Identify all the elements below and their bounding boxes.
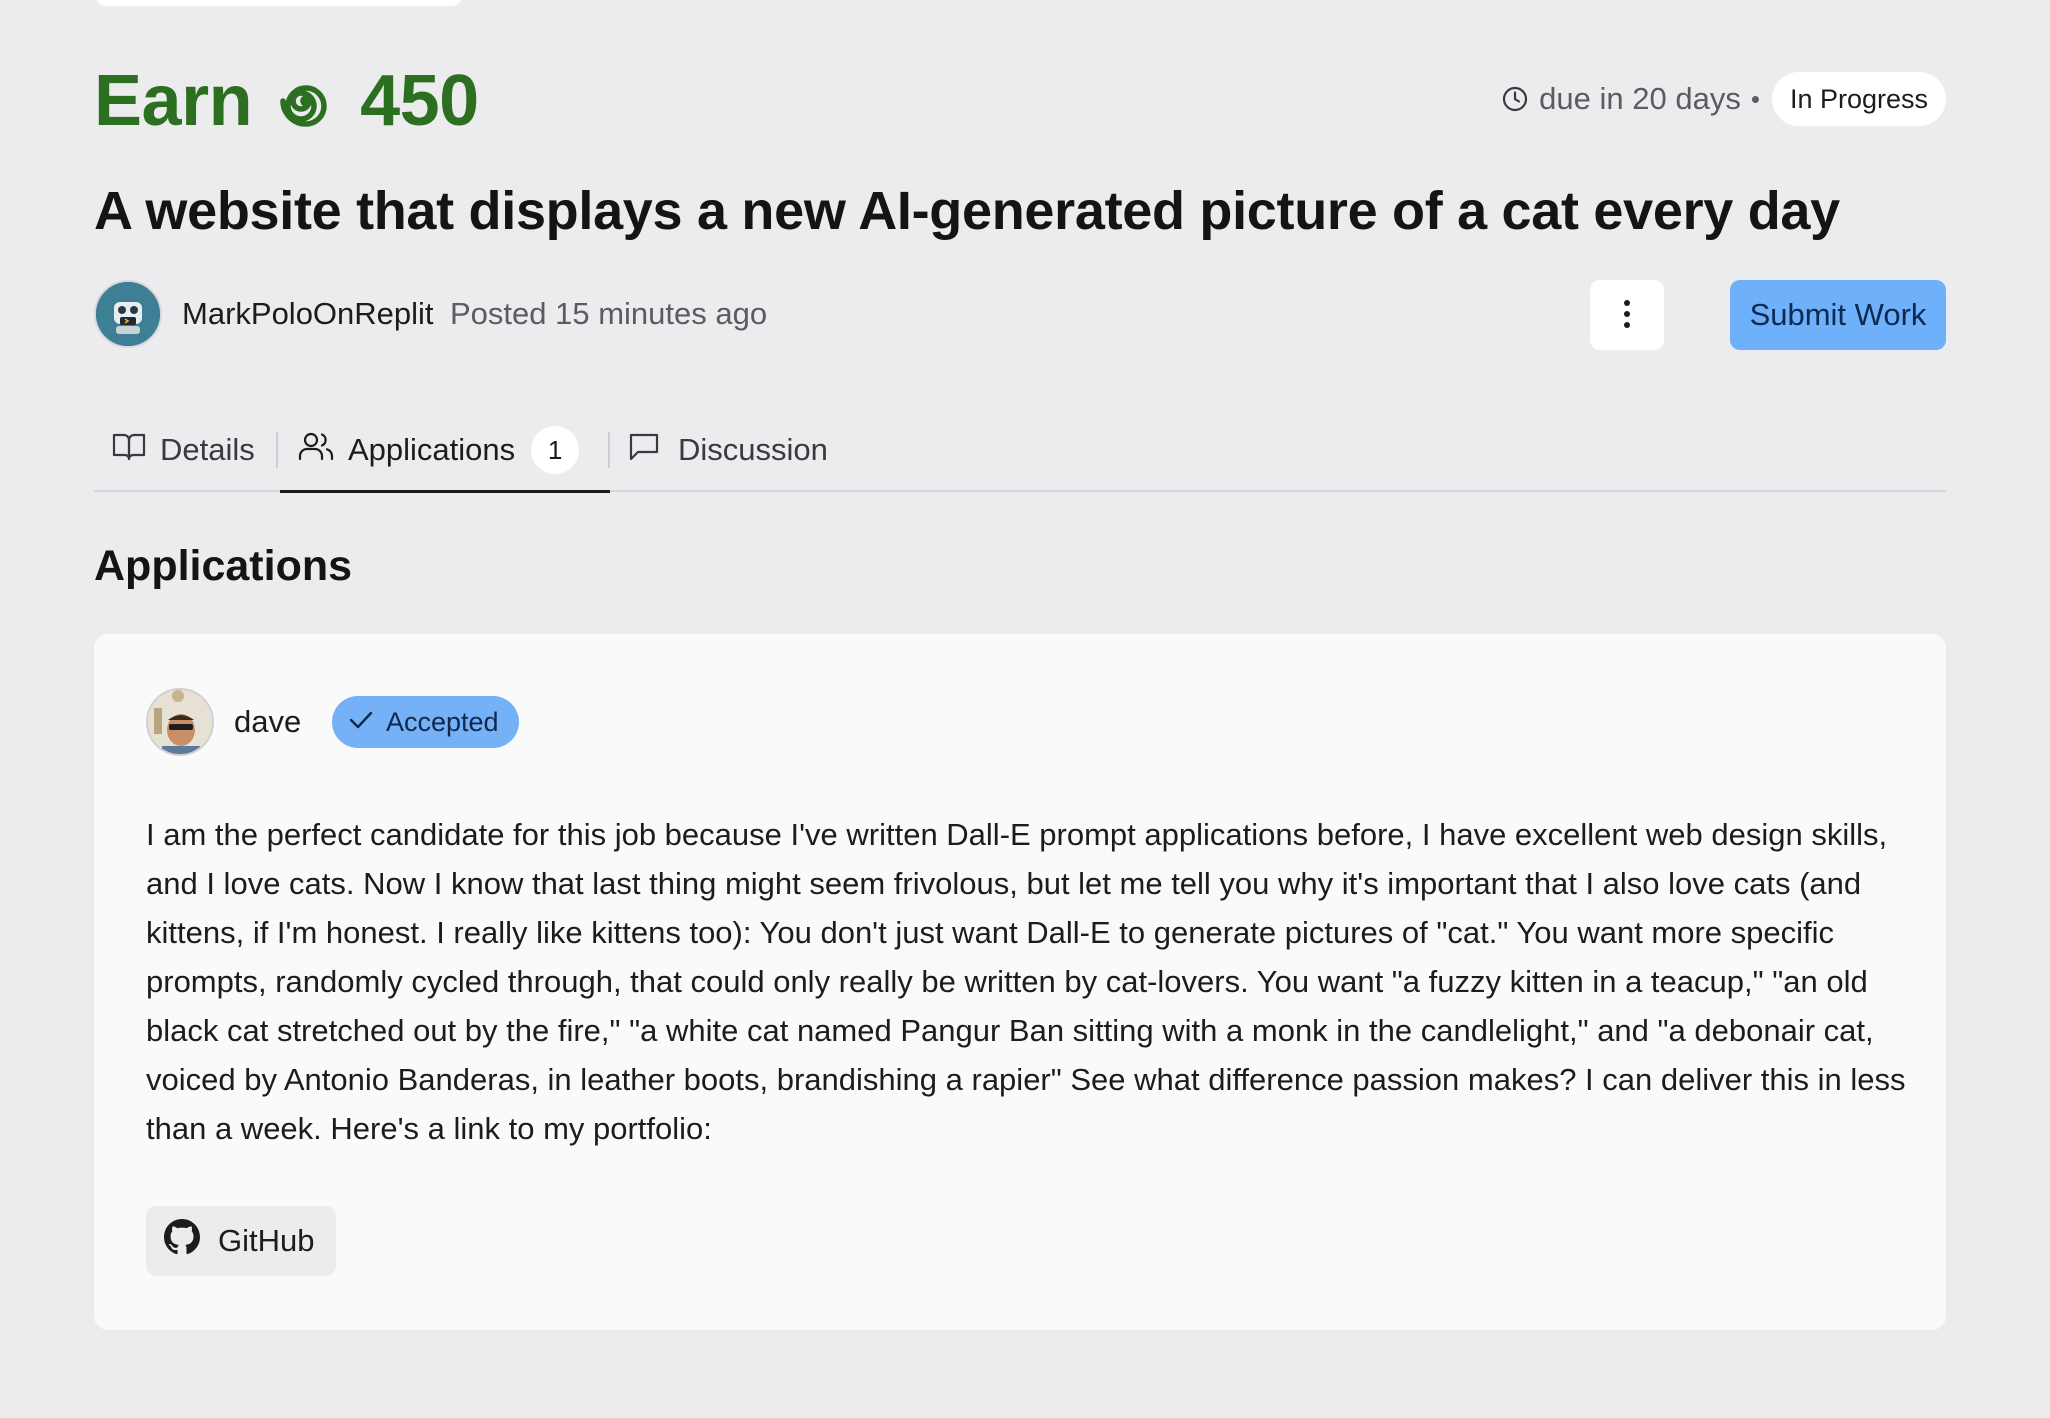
tab-applications[interactable]: Applications 1 <box>280 410 610 493</box>
tab-details-label: Details <box>160 432 255 467</box>
earn-label: Earn <box>94 61 253 141</box>
tab-divider <box>608 432 610 468</box>
bounty-header: Earn 450 due in 20 days • In Progress <box>94 56 1946 146</box>
tab-details[interactable]: Details <box>112 410 255 490</box>
due-text: due in 20 days <box>1539 81 1741 116</box>
submit-work-button[interactable]: Submit Work <box>1730 280 1946 350</box>
earn-amount: Earn 450 <box>94 56 479 146</box>
clock-icon <box>1501 85 1529 113</box>
bounty-meta: due in 20 days • In Progress <box>1501 72 1946 126</box>
more-options-button[interactable] <box>1590 280 1664 350</box>
author-name[interactable]: MarkPoloOnReplit <box>182 296 434 332</box>
tab-divider <box>276 432 278 468</box>
application-card: dave Accepted I am the perfect candidate… <box>94 634 1946 1330</box>
application-text: I am the perfect candidate for this job … <box>146 817 1906 1146</box>
avatar[interactable] <box>94 280 162 348</box>
top-bar-edge <box>96 0 462 6</box>
applicant-name[interactable]: dave <box>234 704 301 740</box>
tab-discussion-label: Discussion <box>678 432 828 467</box>
bounty-page: Earn 450 due in 20 days • In Progress A … <box>0 0 2050 1418</box>
avatar[interactable] <box>146 688 214 756</box>
message-square-icon <box>628 430 660 470</box>
earn-value: 450 <box>360 61 479 141</box>
meta-separator: • <box>1750 83 1760 114</box>
tab-bar: Details Applications 1 Discussion <box>94 410 1946 493</box>
page-title: A website that displays a new AI-generat… <box>94 181 1840 241</box>
applications-heading: Applications <box>94 542 353 590</box>
github-icon <box>146 1219 218 1263</box>
github-link-label: GitHub <box>218 1223 315 1258</box>
github-link[interactable]: GitHub <box>146 1206 336 1276</box>
users-icon <box>280 431 334 469</box>
check-icon <box>348 707 386 738</box>
author-row: MarkPoloOnReplit Posted 15 minutes ago S… <box>94 278 1946 350</box>
book-open-icon <box>112 431 146 469</box>
tab-applications-label: Applications <box>348 432 516 467</box>
tab-discussion[interactable]: Discussion <box>628 410 828 490</box>
cycles-icon <box>274 69 338 133</box>
more-vertical-icon <box>1623 299 1631 332</box>
accepted-label: Accepted <box>386 706 499 737</box>
posted-time: Posted 15 minutes ago <box>450 296 768 331</box>
status-badge: In Progress <box>1771 72 1946 126</box>
status-badge: Accepted <box>332 696 519 748</box>
applicant-row: dave Accepted <box>146 686 946 758</box>
applications-count-badge: 1 <box>531 426 580 474</box>
